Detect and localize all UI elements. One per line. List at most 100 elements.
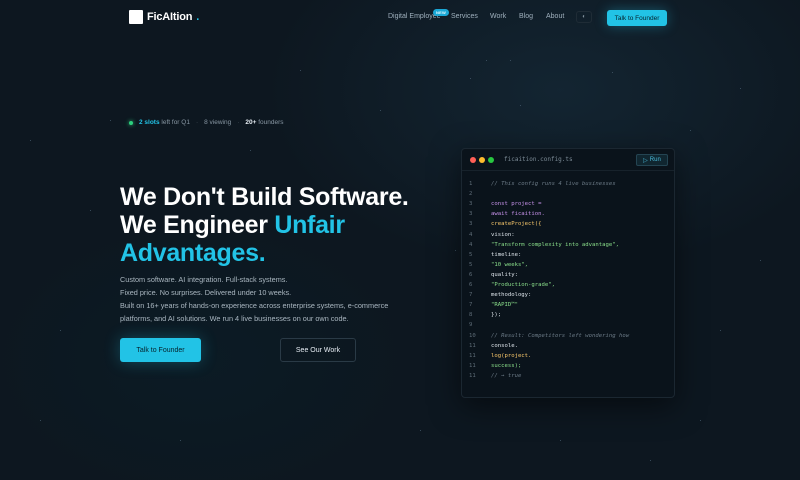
viewing-count: 8 viewing: [204, 119, 232, 126]
line-number: 4: [469, 231, 473, 238]
code-line: 3 const project =: [462, 199, 674, 209]
slots-status: 2 slots left for Q1: [139, 119, 190, 126]
star-dot: [40, 420, 41, 421]
code-text: console.: [491, 342, 518, 349]
new-badge: NEW: [433, 9, 449, 16]
hero-copy-line: platforms, and AI solutions. We run 4 li…: [120, 314, 349, 323]
star-dot: [760, 260, 761, 261]
star-dot: [110, 120, 111, 121]
line-number: 11: [469, 342, 476, 349]
hero-copy-line: Built on 16+ years of hands-on experienc…: [120, 301, 389, 310]
code-line: 3 createProject({: [462, 219, 674, 229]
code-text: vision:: [491, 231, 515, 238]
headline-accent: Unfair: [274, 211, 345, 239]
star-dot: [420, 430, 421, 431]
brand-name: FicAItion: [147, 11, 193, 23]
window-close-dot-icon: [470, 157, 476, 163]
talk-to-founder-button[interactable]: Talk to Founder: [120, 338, 201, 362]
code-line: 5 timeline:: [462, 250, 674, 260]
code-text: });: [491, 312, 502, 319]
star-dot: [720, 330, 721, 331]
star-dot: [690, 130, 691, 131]
star-dot: [455, 250, 456, 251]
nav-item-about[interactable]: About: [546, 13, 564, 20]
slots-count: 2 slots: [139, 119, 160, 126]
hero-description: Custom software. AI integration. Full-st…: [120, 273, 420, 325]
brand-logo[interactable]: FicAItion.: [129, 10, 199, 24]
star-dot: [60, 330, 61, 331]
line-number: 1: [469, 181, 473, 187]
line-number: 10: [469, 332, 476, 339]
code-line: 11 // → true: [462, 371, 674, 381]
star-dot: [520, 105, 521, 106]
line-number: 3: [469, 221, 473, 228]
star-dot: [30, 140, 31, 141]
code-text: // → true: [491, 372, 522, 379]
play-icon: ▷: [643, 157, 648, 164]
line-number: 6: [469, 282, 473, 288]
theme-toggle-button[interactable]: ◐: [576, 11, 592, 23]
brand-dot: .: [196, 11, 200, 23]
line-number: 8: [469, 312, 473, 319]
nav-item-digital-employee[interactable]: Digital Employee NEW: [388, 9, 449, 20]
code-line: 1 // This config runs 4 live businesses: [462, 179, 674, 189]
star-dot: [90, 210, 91, 211]
code-line: 3 await ficaition.: [462, 209, 674, 219]
star-dot: [560, 440, 561, 441]
line-number: 2: [469, 191, 473, 198]
code-line: 4 vision:: [462, 230, 674, 240]
founders-count: 20+: [245, 119, 257, 126]
talk-to-founder-nav-button[interactable]: Talk to Founder: [607, 10, 667, 26]
headline-plain: We Engineer: [120, 211, 275, 239]
code-line: 5 "10 weeks",: [462, 260, 674, 270]
star-dot: [470, 78, 471, 79]
line-number: 11: [469, 362, 476, 369]
code-text: const project =: [491, 201, 542, 208]
code-line: 9: [462, 320, 674, 330]
nav-item-blog[interactable]: Blog: [519, 13, 533, 20]
hero-headline: We Don't Build Software. We Engineer Unf…: [120, 183, 409, 267]
code-line: 11 log(project.: [462, 351, 674, 361]
code-line: 2: [462, 189, 674, 199]
founders-label: founders: [258, 119, 284, 126]
nav-item-services[interactable]: Services: [451, 13, 478, 20]
separator: ·: [195, 119, 199, 126]
code-text: log(project.: [491, 352, 532, 359]
star-dot: [510, 60, 511, 61]
line-number: 3: [469, 201, 473, 208]
star-dot: [740, 88, 741, 89]
line-number: 7: [469, 302, 473, 309]
star-dot: [650, 460, 651, 461]
star-dot: [180, 440, 181, 441]
hero-copy-line: Custom software. AI integration. Full-st…: [120, 275, 288, 284]
see-our-work-button[interactable]: See Our Work: [280, 338, 356, 362]
code-line: 7 "RAPID™": [462, 300, 674, 310]
line-number: 3: [469, 211, 473, 218]
star-dot: [380, 110, 381, 111]
star-dot: [486, 60, 487, 61]
headline-line-1: We Don't Build Software.: [120, 183, 409, 211]
line-number: 5: [469, 251, 473, 258]
code-text: success);: [491, 362, 522, 369]
code-line: 6 "Production-grade",: [462, 280, 674, 290]
code-text: "10 weeks",: [491, 261, 529, 268]
run-button[interactable]: ▷ Run: [636, 154, 668, 166]
line-number: 11: [469, 352, 476, 359]
code-text: // Result: Competitors left wondering ho…: [491, 332, 630, 339]
code-line: 7 methodology:: [462, 290, 674, 300]
star-dot: [300, 70, 301, 71]
line-number: 11: [469, 372, 476, 379]
line-number: 4: [469, 241, 473, 248]
headline-line-2: We Engineer Unfair: [120, 211, 409, 239]
window-minimize-dot-icon: [479, 157, 485, 163]
nav-item-work[interactable]: Work: [490, 13, 506, 20]
code-line: 6 quality:: [462, 270, 674, 280]
founders-status: 20+ founders: [245, 119, 283, 126]
live-status-dot-icon: [129, 120, 133, 125]
code-text: methodology:: [491, 292, 532, 299]
code-line: 4 "Transform complexity into advantage",: [462, 240, 674, 250]
code-line: 11 console.: [462, 341, 674, 351]
run-label: Run: [649, 157, 661, 163]
code-text: quality:: [491, 271, 518, 278]
line-number: 7: [469, 292, 473, 299]
